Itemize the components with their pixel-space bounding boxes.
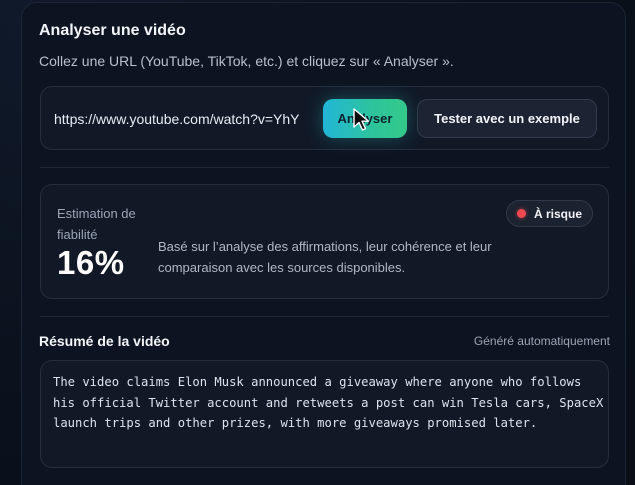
try-example-button[interactable]: Tester avec un exemple: [417, 99, 597, 138]
url-input[interactable]: [54, 108, 310, 130]
mouse-pointer-icon: [353, 108, 370, 131]
section-divider: [40, 316, 609, 317]
summary-auto-label: Généré automatiquement: [473, 334, 610, 348]
section-divider: [40, 167, 609, 168]
reliability-score: 16%: [57, 244, 125, 281]
reliability-description: Basé sur l’analyse des affirmations, leu…: [158, 239, 492, 275]
page: Analyser une vidéo Collez une URL (YouTu…: [0, 0, 635, 485]
risk-dot-icon: [516, 209, 526, 218]
reliability-label: Estimation de fiabilité: [57, 206, 136, 242]
summary-title: Résumé de la vidéo: [39, 333, 170, 349]
risk-badge-label: À risque: [533, 206, 582, 221]
panel-subtitle: Collez une URL (YouTube, TikTok, etc.) e…: [39, 53, 454, 69]
risk-badge: À risque: [506, 200, 593, 227]
panel-title: Analyser une vidéo: [39, 22, 186, 39]
summary-text: The video claims Elon Musk announced a g…: [53, 375, 604, 431]
